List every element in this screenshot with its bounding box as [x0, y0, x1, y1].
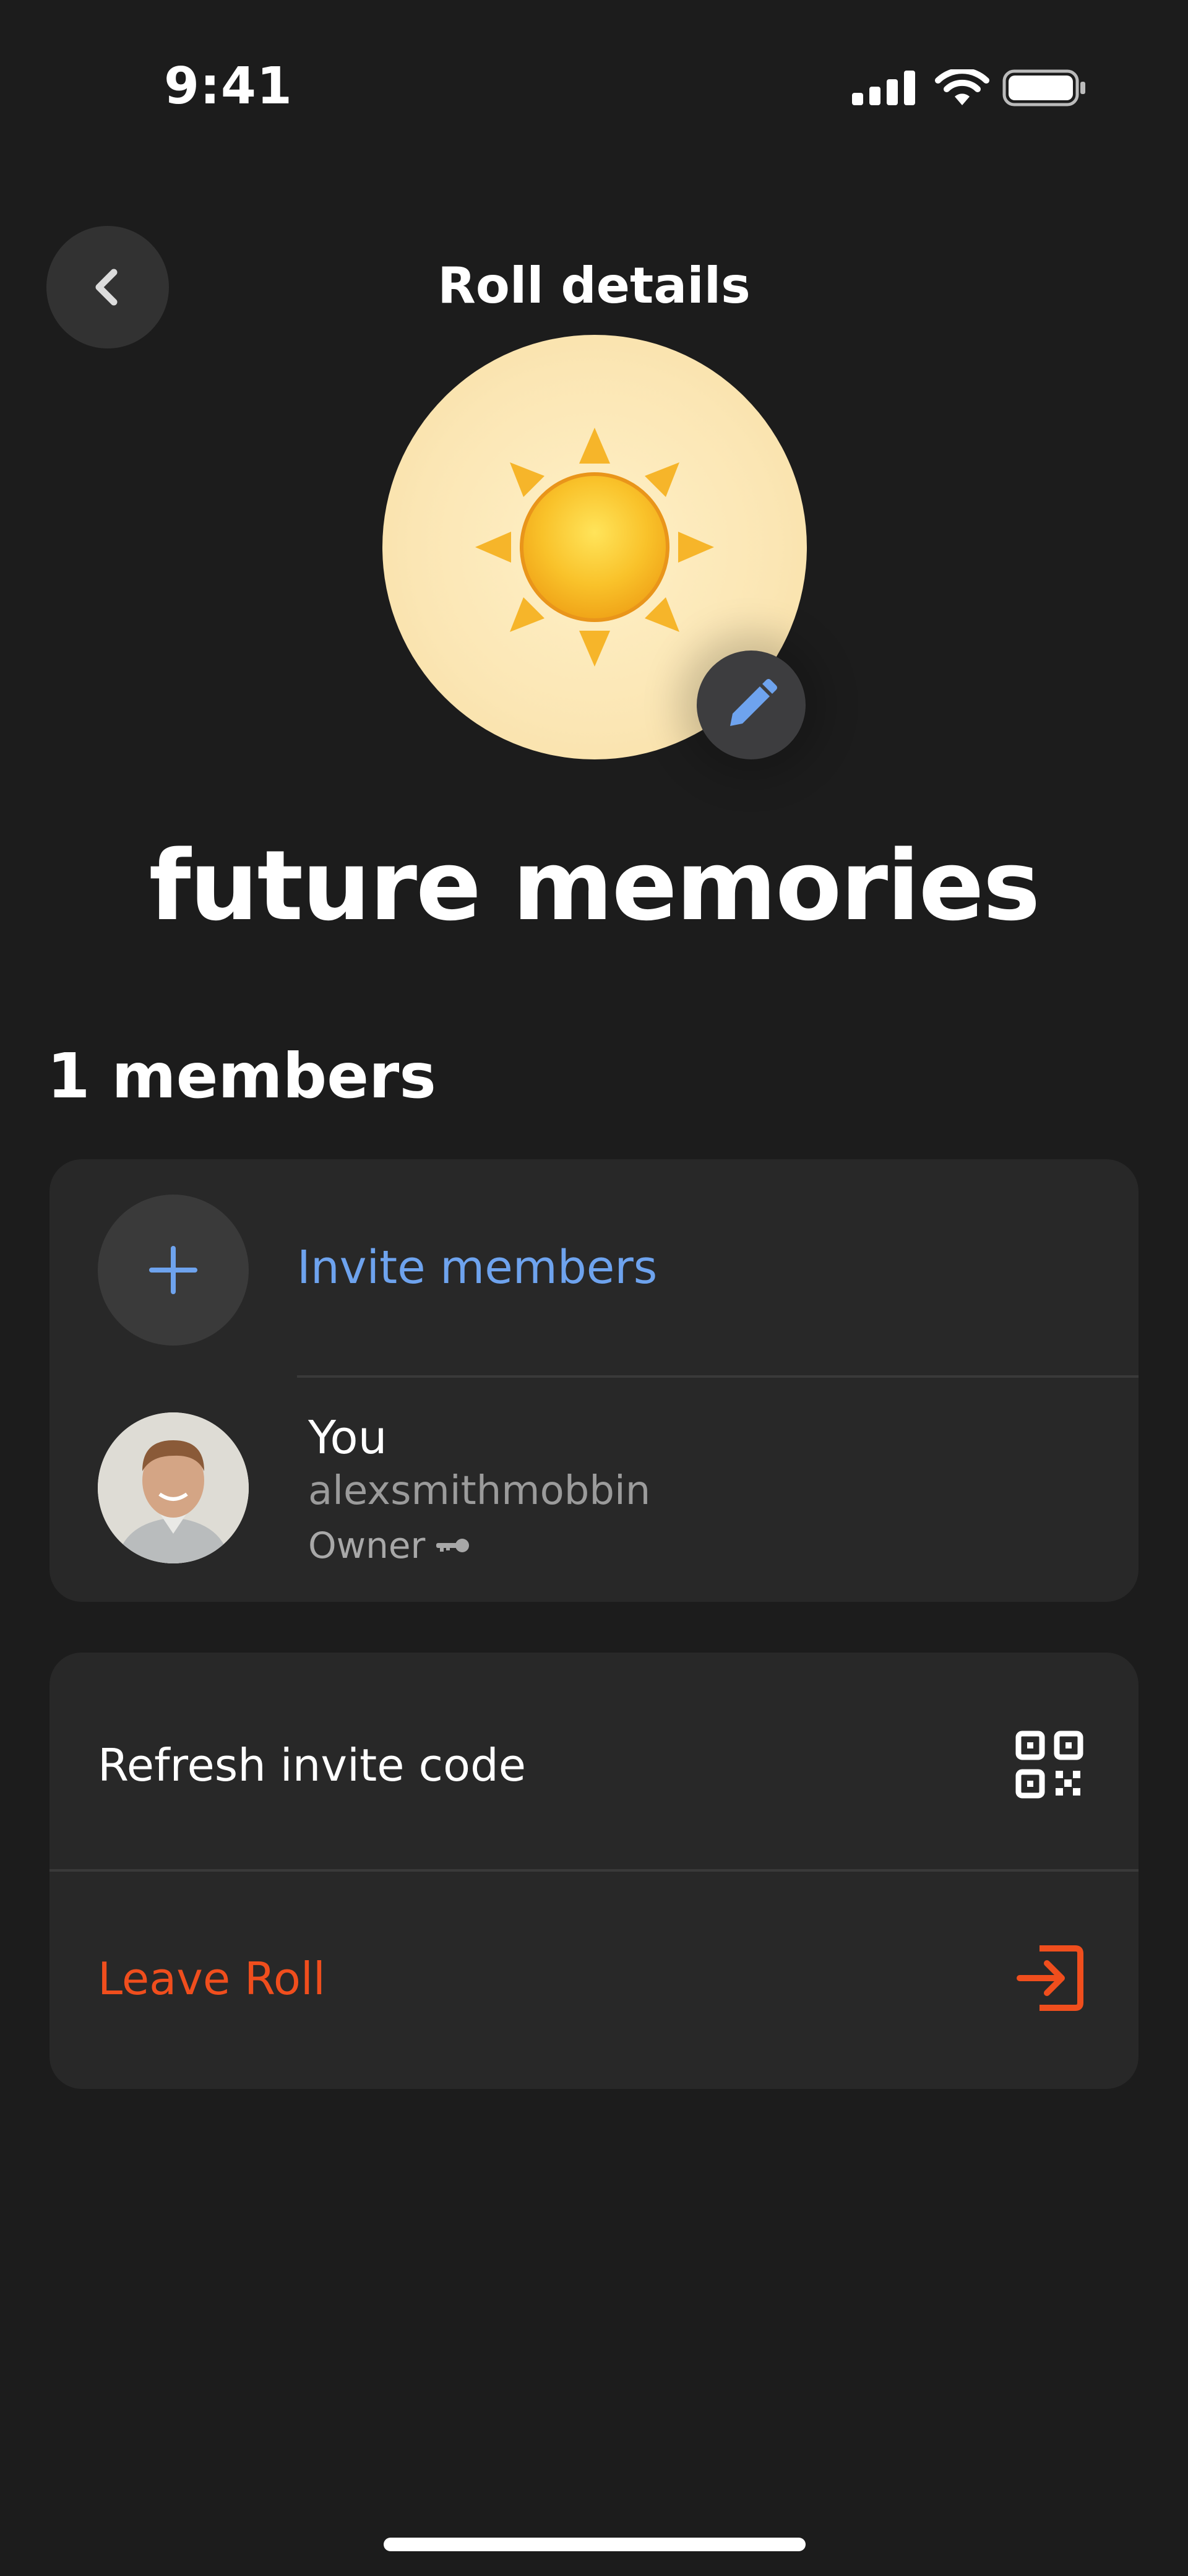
member-role: Owner — [308, 1524, 471, 1567]
page-title: Roll details — [437, 257, 751, 314]
divider — [297, 1375, 1138, 1378]
avatar[interactable] — [98, 1412, 249, 1563]
wifi-icon — [935, 69, 989, 105]
invite-members-label[interactable]: Invite members — [297, 1241, 657, 1294]
members-count: 1 members — [47, 1040, 436, 1112]
status-time: 9:41 — [164, 57, 293, 116]
member-username: alexsmithmobbin — [308, 1468, 651, 1514]
member-name: You — [308, 1411, 387, 1464]
divider — [50, 1869, 1138, 1872]
plus-icon — [149, 1246, 197, 1294]
invite-members-button[interactable] — [98, 1195, 249, 1346]
qr-code-icon[interactable] — [1015, 1730, 1084, 1799]
refresh-invite-code-button[interactable]: Refresh invite code — [98, 1739, 526, 1791]
member-role-label: Owner — [308, 1524, 426, 1567]
home-indicator[interactable] — [384, 2538, 806, 2551]
exit-icon[interactable] — [1015, 1943, 1084, 2013]
leave-roll-button[interactable]: Leave Roll — [98, 1953, 325, 2005]
roll-name[interactable]: future memories — [0, 829, 1188, 942]
cellular-signal-icon — [852, 71, 915, 105]
battery-icon — [1002, 69, 1085, 106]
key-icon — [436, 1539, 470, 1552]
edit-cover-button[interactable] — [697, 650, 806, 759]
status-icons — [851, 69, 1089, 106]
pencil-icon — [730, 679, 777, 726]
